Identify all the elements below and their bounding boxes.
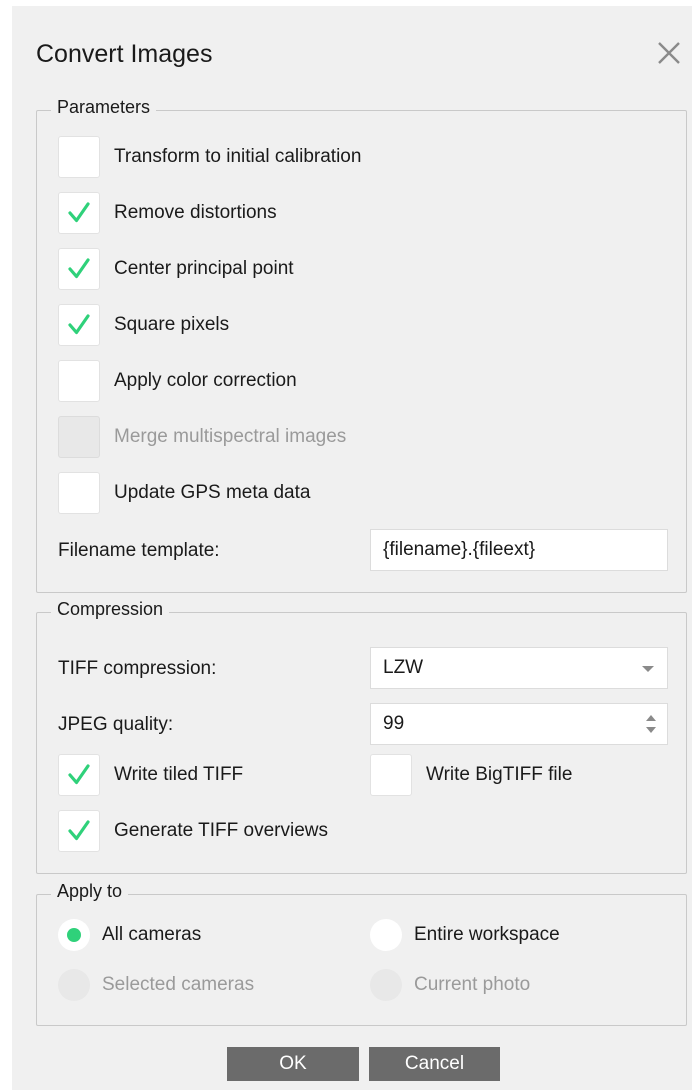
spin-arrows-icon[interactable] bbox=[643, 711, 659, 737]
compression-group: Compression TIFF compression: LZW JPEG q… bbox=[36, 599, 687, 874]
write-bigtiff-option[interactable]: Write BigTIFF file bbox=[370, 753, 572, 797]
generate-overviews-checkbox[interactable] bbox=[58, 810, 100, 852]
checkmark-icon bbox=[68, 258, 90, 279]
radio-entire-workspace[interactable]: Entire workspace bbox=[370, 917, 560, 953]
transform-calibration-label: Transform to initial calibration bbox=[114, 146, 362, 167]
write-tiled-tiff-label: Write tiled TIFF bbox=[114, 764, 244, 785]
ok-button[interactable]: OK bbox=[227, 1047, 359, 1081]
radio-selected-cameras: Selected cameras bbox=[58, 967, 254, 1003]
checkmark-icon bbox=[68, 764, 90, 785]
remove-distortions-checkbox[interactable] bbox=[58, 192, 100, 234]
tiff-compression-select[interactable]: LZW bbox=[370, 647, 668, 689]
generate-overviews-label: Generate TIFF overviews bbox=[114, 820, 329, 841]
generate-overviews-option[interactable]: Generate TIFF overviews bbox=[58, 809, 328, 853]
parameters-group-title: Parameters bbox=[51, 97, 157, 118]
filename-template-input[interactable]: {filename}.{fileext} bbox=[370, 529, 668, 571]
radio-current-photo-button bbox=[370, 969, 402, 1001]
center-principal-point-checkbox[interactable] bbox=[58, 248, 100, 290]
apply-color-correction-option[interactable]: Apply color correction bbox=[58, 359, 297, 403]
jpeg-quality-spinbox[interactable]: 99 bbox=[370, 703, 668, 745]
filename-template-label: Filename template: bbox=[58, 540, 220, 561]
write-bigtiff-label: Write BigTIFF file bbox=[426, 764, 573, 785]
remove-distortions-option[interactable]: Remove distortions bbox=[58, 191, 277, 235]
merge-multispectral-checkbox bbox=[58, 416, 100, 458]
apply-to-group: Apply to All cameras Entire workspace Se… bbox=[36, 881, 687, 1026]
radio-selected-cameras-label: Selected cameras bbox=[102, 974, 255, 995]
write-bigtiff-checkbox[interactable] bbox=[370, 754, 412, 796]
square-pixels-label: Square pixels bbox=[114, 314, 230, 335]
merge-multispectral-label: Merge multispectral images bbox=[114, 426, 347, 447]
jpeg-quality-label: JPEG quality: bbox=[58, 714, 174, 735]
parameters-group: Parameters Transform to initial calibrat… bbox=[36, 97, 687, 593]
compression-group-title: Compression bbox=[51, 599, 170, 620]
apply-to-group-title: Apply to bbox=[51, 881, 129, 902]
center-principal-point-label: Center principal point bbox=[114, 258, 294, 279]
transform-calibration-checkbox[interactable] bbox=[58, 136, 100, 178]
convert-images-dialog: Convert Images Parameters Transform to i… bbox=[12, 6, 692, 1090]
radio-entire-workspace-label: Entire workspace bbox=[414, 924, 560, 945]
apply-color-correction-label: Apply color correction bbox=[114, 370, 297, 391]
write-tiled-tiff-checkbox[interactable] bbox=[58, 754, 100, 796]
tiff-compression-value: LZW bbox=[383, 657, 424, 678]
tiff-compression-label: TIFF compression: bbox=[58, 658, 217, 679]
close-icon[interactable] bbox=[654, 38, 684, 68]
dialog-title: Convert Images bbox=[36, 40, 213, 68]
radio-current-photo: Current photo bbox=[370, 967, 530, 1003]
radio-all-cameras[interactable]: All cameras bbox=[58, 917, 201, 953]
update-gps-option[interactable]: Update GPS meta data bbox=[58, 471, 310, 515]
center-principal-point-option[interactable]: Center principal point bbox=[58, 247, 294, 291]
radio-selected-cameras-button bbox=[58, 969, 90, 1001]
checkmark-icon bbox=[68, 820, 90, 841]
remove-distortions-label: Remove distortions bbox=[114, 202, 277, 223]
checkmark-icon bbox=[68, 314, 90, 335]
update-gps-label: Update GPS meta data bbox=[114, 482, 311, 503]
transform-calibration-option[interactable]: Transform to initial calibration bbox=[58, 135, 361, 179]
update-gps-checkbox[interactable] bbox=[58, 472, 100, 514]
radio-entire-workspace-button[interactable] bbox=[370, 919, 402, 951]
jpeg-quality-value: 99 bbox=[383, 713, 405, 734]
radio-all-cameras-button[interactable] bbox=[58, 919, 90, 951]
square-pixels-checkbox[interactable] bbox=[58, 304, 100, 346]
apply-color-correction-checkbox[interactable] bbox=[58, 360, 100, 402]
merge-multispectral-option: Merge multispectral images bbox=[58, 415, 346, 459]
chevron-down-icon bbox=[642, 666, 654, 672]
checkmark-icon bbox=[68, 202, 90, 223]
write-tiled-tiff-option[interactable]: Write tiled TIFF bbox=[58, 753, 243, 797]
radio-all-cameras-label: All cameras bbox=[102, 924, 202, 945]
square-pixels-option[interactable]: Square pixels bbox=[58, 303, 229, 347]
cancel-button[interactable]: Cancel bbox=[369, 1047, 500, 1081]
radio-current-photo-label: Current photo bbox=[414, 974, 531, 995]
